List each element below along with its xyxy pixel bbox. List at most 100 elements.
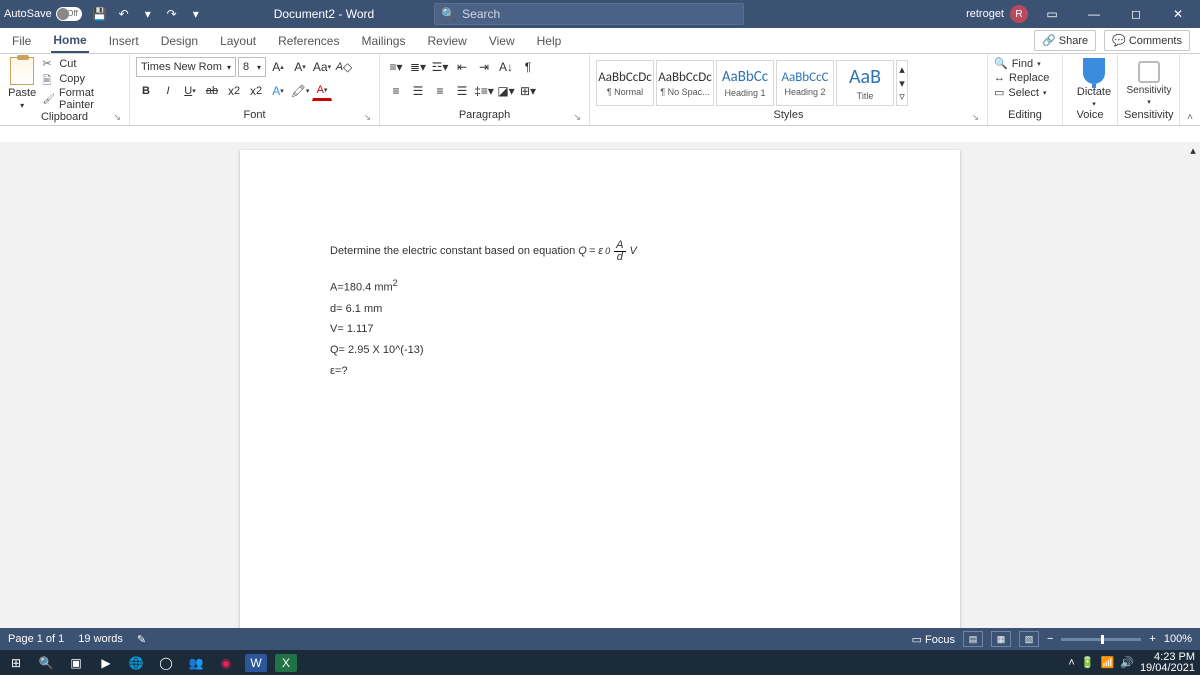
select-button[interactable]: ▭ Select ▾	[994, 86, 1047, 99]
tab-review[interactable]: Review	[425, 30, 468, 52]
page-indicator[interactable]: Page 1 of 1	[8, 633, 64, 645]
ribbon-mode-icon[interactable]: ▭	[1034, 0, 1070, 28]
word-count[interactable]: 19 words	[78, 633, 123, 645]
vertical-scrollbar[interactable]: ▴▾	[1186, 142, 1200, 650]
save-icon[interactable]: 💾	[92, 6, 108, 22]
line-spacing-button[interactable]: ‡≡▾	[474, 81, 494, 101]
sensitivity-button[interactable]: Sensitivity ▾	[1124, 57, 1174, 109]
underline-button[interactable]: U▾	[180, 81, 200, 101]
paste-button[interactable]: Paste ▾	[6, 57, 38, 110]
close-button[interactable]: ✕	[1160, 0, 1196, 28]
read-mode-button[interactable]: ▤	[963, 631, 983, 647]
zoom-in-button[interactable]: +	[1149, 633, 1155, 645]
tray-battery-icon[interactable]: 🔋	[1081, 656, 1095, 669]
borders-button[interactable]: ⊞▾	[518, 81, 538, 101]
scroll-up-icon[interactable]: ▴	[1190, 144, 1196, 157]
undo-icon[interactable]: ↶	[116, 6, 132, 22]
tab-layout[interactable]: Layout	[218, 30, 258, 52]
bold-button[interactable]: B	[136, 81, 156, 101]
taskbar-app-1[interactable]: ▣	[65, 654, 87, 672]
redo-icon[interactable]: ↷	[164, 6, 180, 22]
align-center-button[interactable]: ☰	[408, 81, 428, 101]
font-name-combo[interactable]: Times New Rom ▾	[136, 57, 236, 77]
tab-view[interactable]: View	[487, 30, 517, 52]
styles-launcher-icon[interactable]: ↘	[971, 112, 979, 123]
taskbar-app-2[interactable]: ▶	[95, 654, 117, 672]
edge-icon[interactable]: 🌐	[125, 654, 147, 672]
style-title[interactable]: AaBTitle	[836, 60, 894, 106]
share-button[interactable]: 🔗 Share	[1034, 30, 1096, 51]
clipboard-launcher-icon[interactable]: ↘	[113, 112, 121, 123]
teams-icon[interactable]: 👥	[185, 654, 207, 672]
collapse-ribbon-icon[interactable]: ˄	[1187, 112, 1193, 123]
paragraph-launcher-icon[interactable]: ↘	[573, 112, 581, 123]
print-layout-button[interactable]: ▦	[991, 631, 1011, 647]
taskbar-app-3[interactable]: ◉	[215, 654, 237, 672]
font-color-button[interactable]: A▾	[312, 81, 332, 101]
document-page[interactable]: Determine the electric constant based on…	[240, 150, 960, 650]
web-layout-button[interactable]: ▧	[1019, 631, 1039, 647]
style--no-spac-[interactable]: AaBbCcDc¶ No Spac...	[656, 60, 714, 106]
shading-button[interactable]: ◪▾	[496, 81, 516, 101]
tray-wifi-icon[interactable]: 📶	[1101, 656, 1115, 669]
increase-indent-button[interactable]: ⇥	[474, 57, 494, 77]
clear-format-button[interactable]: A◇	[334, 57, 354, 77]
search-box[interactable]: 🔍 Search	[434, 3, 744, 25]
word-icon[interactable]: W	[245, 654, 267, 672]
comments-button[interactable]: 💬 Comments	[1104, 30, 1190, 51]
focus-mode-button[interactable]: ▭ Focus	[912, 633, 955, 646]
tab-help[interactable]: Help	[535, 30, 564, 52]
tray-chevron-icon[interactable]: ˄	[1068, 657, 1074, 669]
shrink-font-button[interactable]: A▾	[290, 57, 310, 77]
style--normal[interactable]: AaBbCcDc¶ Normal	[596, 60, 654, 106]
autosave-toggle[interactable]: Off	[56, 7, 82, 21]
decrease-indent-button[interactable]: ⇤	[452, 57, 472, 77]
format-painter-button[interactable]: Format Painter	[42, 87, 123, 111]
highlight-button[interactable]: 🖍▾	[290, 81, 310, 101]
tab-file[interactable]: File	[10, 30, 33, 52]
sort-button[interactable]: A↓	[496, 57, 516, 77]
font-size-combo[interactable]: 8▾	[238, 57, 266, 77]
replace-button[interactable]: ↔ Replace	[994, 72, 1049, 84]
text-effects-button[interactable]: A▾	[268, 81, 288, 101]
avatar[interactable]: R	[1010, 5, 1028, 23]
show-marks-button[interactable]: ¶	[518, 57, 538, 77]
justify-button[interactable]: ☰	[452, 81, 472, 101]
copy-button[interactable]: Copy	[42, 72, 123, 85]
change-case-button[interactable]: Aa▾	[312, 57, 332, 77]
tab-references[interactable]: References	[276, 30, 341, 52]
multilevel-button[interactable]: ☲▾	[430, 57, 450, 77]
italic-button[interactable]: I	[158, 81, 178, 101]
find-button[interactable]: 🔍 Find ▾	[994, 57, 1041, 70]
zoom-out-button[interactable]: −	[1047, 633, 1053, 645]
zoom-level[interactable]: 100%	[1164, 633, 1192, 645]
zoom-slider[interactable]	[1061, 638, 1141, 641]
style-heading-1[interactable]: AaBbCcHeading 1	[716, 60, 774, 106]
start-button[interactable]: ⊞	[5, 654, 27, 672]
qat-customize-icon[interactable]: ▾	[188, 6, 204, 22]
excel-icon[interactable]: X	[275, 654, 297, 672]
grow-font-button[interactable]: A▴	[268, 57, 288, 77]
minimize-button[interactable]: —	[1076, 0, 1112, 28]
bullets-button[interactable]: ≡▾	[386, 57, 406, 77]
tab-home[interactable]: Home	[51, 29, 88, 53]
font-launcher-icon[interactable]: ↘	[363, 112, 371, 123]
undo-more-icon[interactable]: ▾	[140, 6, 156, 22]
align-right-button[interactable]: ≡	[430, 81, 450, 101]
chrome-icon[interactable]: ◯	[155, 654, 177, 672]
maximize-button[interactable]: ◻	[1118, 0, 1154, 28]
tab-mailings[interactable]: Mailings	[359, 30, 407, 52]
taskbar-search-icon[interactable]: 🔍	[35, 654, 57, 672]
tab-insert[interactable]: Insert	[107, 30, 141, 52]
spellcheck-icon[interactable]: ✎	[137, 633, 146, 646]
align-left-button[interactable]: ≡	[386, 81, 406, 101]
styles-scroll[interactable]: ▴▾▿	[896, 60, 908, 106]
numbering-button[interactable]: ≣▾	[408, 57, 428, 77]
dictate-button[interactable]: Dictate ▾	[1069, 57, 1119, 109]
system-clock[interactable]: 4:23 PM 19/04/2021	[1140, 652, 1195, 674]
strike-button[interactable]: ab	[202, 81, 222, 101]
style-heading-2[interactable]: AaBbCcCHeading 2	[776, 60, 834, 106]
subscript-button[interactable]: x2	[224, 81, 244, 101]
superscript-button[interactable]: x2	[246, 81, 266, 101]
tray-sound-icon[interactable]: 🔊	[1120, 656, 1134, 669]
